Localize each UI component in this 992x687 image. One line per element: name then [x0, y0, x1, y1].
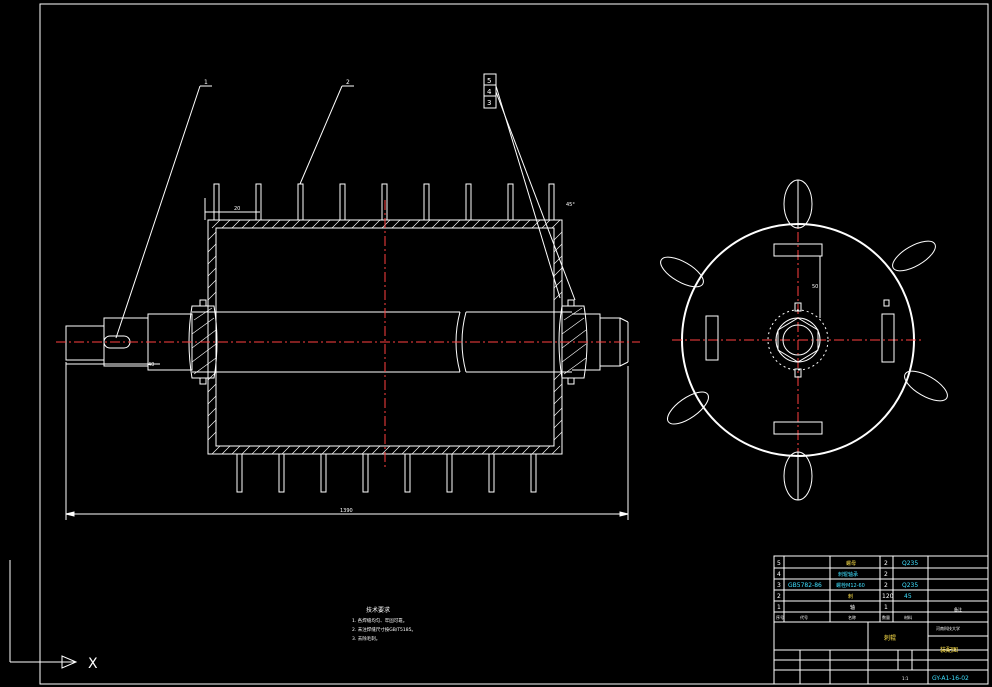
cad-drawing: 1390 20 45° 40 1 2 5 4 3 50 技术要求 1. 各焊缝均… — [9, 3, 989, 685]
row-3-code: GB5782-86 — [788, 582, 822, 589]
row-1-name: 轴 — [850, 604, 855, 611]
drawing-title: 装配图 — [940, 646, 958, 654]
row-3-name: 螺栓M12-60 — [836, 582, 865, 589]
balloon-2: 2 — [346, 79, 350, 86]
row-3-no: 3 — [777, 582, 781, 589]
front-view: 1390 20 45° 40 1 2 5 4 3 — [56, 73, 640, 520]
tech-item-2: 2. 未注焊缝尺寸按GB/T5185。 — [352, 626, 416, 633]
hole-spacing-label: 50 — [812, 284, 818, 290]
sheet-border — [39, 3, 989, 685]
header-qty: 数量 — [882, 614, 890, 620]
row-3-material: Q235 — [902, 582, 918, 589]
row-5-no: 5 — [777, 560, 781, 567]
header-material: 材料 — [904, 614, 912, 620]
header-code: 代号 — [800, 614, 808, 620]
drawing-number: GY-A1-16-02 — [932, 675, 969, 682]
side-view: 50 — [660, 179, 948, 501]
header-remark: 备注 — [954, 606, 962, 612]
parts-list: 5 螺母 2 Q235 4 刺辊轴承 2 3 GB5782-86 螺栓M12-6… — [773, 555, 989, 685]
ucs-x-label: X — [88, 656, 98, 672]
tech-item-1: 1. 各焊缝均匀、牢固可靠。 — [352, 617, 407, 624]
title-block: 刺辊 河南科技大学 装配图 1:1 GY-A1-16-02 — [774, 622, 988, 684]
row-5-material: Q235 — [902, 560, 918, 567]
row-2-no: 2 — [777, 593, 781, 600]
bottom-spikes — [236, 453, 537, 493]
row-4-name: 刺辊轴承 — [838, 571, 858, 578]
balloon-1: 1 — [204, 79, 208, 86]
spike-pitch-label: 20 — [234, 206, 240, 212]
slots — [705, 243, 895, 435]
balloon-4: 4 — [487, 88, 492, 96]
chamfer-label: 45° — [566, 202, 575, 208]
row-5-name: 螺母 — [846, 560, 856, 567]
shaft-end-label: 40 — [148, 362, 154, 368]
row-2-name: 刺 — [848, 593, 853, 600]
header-name: 名称 — [848, 614, 856, 620]
row-5-qty: 2 — [884, 560, 888, 567]
row-1-no: 1 — [777, 604, 781, 611]
row-2-material: 45 — [904, 593, 912, 600]
top-spikes — [204, 183, 555, 221]
overall-length-label: 1390 — [340, 508, 353, 514]
row-4-no: 4 — [777, 571, 781, 578]
balloon-5: 5 — [487, 77, 491, 85]
balloon-3: 3 — [487, 99, 491, 107]
tech-requirements: 技术要求 1. 各焊缝均匀、牢固可靠。 2. 未注焊缝尺寸按GB/T5185。 … — [352, 606, 416, 642]
header-no: 序号 — [776, 614, 784, 620]
school-name: 河南科技大学 — [936, 625, 960, 631]
row-4-qty: 2 — [884, 571, 888, 578]
row-2-qty: 120 — [882, 593, 894, 600]
row-1-qty: 1 — [884, 604, 888, 611]
tech-item-3: 3. 去除毛刺。 — [352, 635, 380, 642]
ucs-icon: X — [9, 560, 98, 672]
tech-title: 技术要求 — [366, 606, 390, 614]
scale-value: 1:1 — [902, 676, 909, 681]
overall-dimension — [65, 362, 629, 520]
drawing-name: 刺辊 — [884, 634, 896, 642]
row-3-qty: 2 — [884, 582, 888, 589]
hub — [767, 255, 890, 378]
